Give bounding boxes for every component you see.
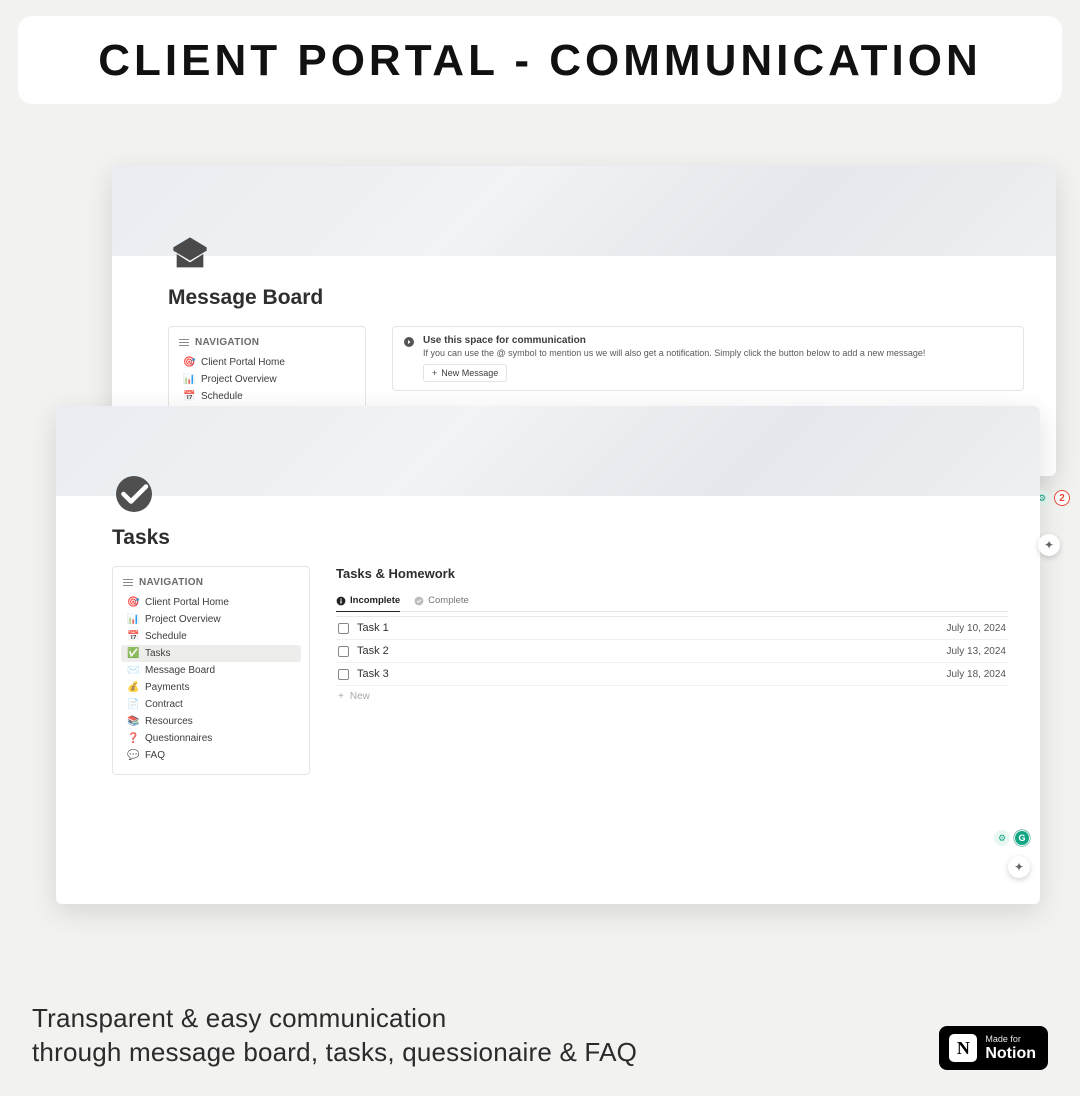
plus-icon: + <box>338 691 344 702</box>
tasks-window: Tasks NAVIGATION 🎯 Client Portal Home 📊 Pro… <box>56 406 1040 904</box>
nav-item-label: Client Portal Home <box>201 357 285 368</box>
checkbox-icon[interactable] <box>338 669 349 680</box>
task-tabs: Incomplete Complete <box>336 591 1008 612</box>
nav-item-label: Questionnaires <box>145 733 212 744</box>
nav-item-icon: 📚 <box>127 716 139 727</box>
made-for-notion-badge: N Made for Notion <box>939 1026 1048 1070</box>
navigation-heading: NAVIGATION <box>177 335 357 350</box>
nav-item-icon: 📅 <box>127 631 139 642</box>
plus-icon: + <box>432 368 437 378</box>
new-message-button[interactable]: + New Message <box>423 364 507 382</box>
tab-incomplete[interactable]: Incomplete <box>336 591 400 612</box>
sidebar-item-resources[interactable]: 📚 Resources <box>121 713 301 730</box>
nav-item-icon: 🎯 <box>183 357 195 368</box>
menu-icon <box>123 579 133 587</box>
nav-item-label: Project Overview <box>145 614 221 625</box>
checkbox-icon[interactable] <box>338 646 349 657</box>
nav-item-icon: 💰 <box>127 682 139 693</box>
communication-callout: Use this space for communication If you … <box>392 326 1024 391</box>
nav-item-label: Resources <box>145 716 193 727</box>
task-row[interactable]: Task 3 July 18, 2024 <box>336 662 1008 685</box>
arrow-right-circle-icon <box>403 336 415 351</box>
task-date: July 10, 2024 <box>947 623 1007 634</box>
task-name: Task 1 <box>357 622 389 634</box>
tab-complete[interactable]: Complete <box>414 591 469 611</box>
nav-item-icon: 📊 <box>183 374 195 385</box>
sidebar-item-client-portal-home[interactable]: 🎯 Client Portal Home <box>177 354 357 371</box>
page-title: Message Board <box>168 286 1024 310</box>
check-circle-icon <box>112 472 156 516</box>
callout-title: Use this space for communication <box>423 335 925 346</box>
nav-item-icon: 💬 <box>127 750 139 761</box>
nav-item-label: Client Portal Home <box>145 597 229 608</box>
sidebar-item-project-overview[interactable]: 📊 Project Overview <box>121 611 301 628</box>
mail-icon <box>168 232 212 276</box>
sidebar-item-client-portal-home[interactable]: 🎯 Client Portal Home <box>121 594 301 611</box>
navigation-heading: NAVIGATION <box>121 575 301 590</box>
floating-action-button[interactable]: ✦ <box>1008 856 1030 878</box>
nav-item-label: Schedule <box>145 631 187 642</box>
nav-item-label: Payments <box>145 682 189 693</box>
sidebar-item-message-board[interactable]: ✉️ Message Board <box>121 662 301 679</box>
menu-icon <box>179 339 189 347</box>
new-task-row[interactable]: + New <box>336 685 1008 707</box>
sidebar-item-schedule[interactable]: 📅 Schedule <box>177 388 357 405</box>
nav-item-icon: 📊 <box>127 614 139 625</box>
navigation-card: NAVIGATION 🎯 Client Portal Home 📊 Project O… <box>112 566 310 775</box>
sidebar-item-faq[interactable]: 💬 FAQ <box>121 747 301 764</box>
screenshot-stage: Message Board NAVIGATION 🎯 Client Portal … <box>0 104 1080 864</box>
sidebar-item-payments[interactable]: 💰 Payments <box>121 679 301 696</box>
task-row[interactable]: Task 1 July 10, 2024 <box>336 616 1008 639</box>
cover-image <box>56 406 1040 496</box>
nav-item-label: Schedule <box>201 391 243 402</box>
task-row[interactable]: Task 2 July 13, 2024 <box>336 639 1008 662</box>
cover-image <box>112 166 1056 256</box>
grammarly-icon[interactable]: G <box>1014 830 1030 846</box>
nav-item-label: Message Board <box>145 665 215 676</box>
task-date: July 18, 2024 <box>947 669 1007 680</box>
nav-item-icon: 🎯 <box>127 597 139 608</box>
nav-item-icon: 📄 <box>127 699 139 710</box>
nav-item-icon: 📅 <box>183 391 195 402</box>
page-title: Tasks <box>112 526 1008 550</box>
checkbox-icon[interactable] <box>338 623 349 634</box>
sidebar-item-schedule[interactable]: 📅 Schedule <box>121 628 301 645</box>
nav-item-label: Contract <box>145 699 183 710</box>
nav-item-label: FAQ <box>145 750 165 761</box>
nav-item-icon: ❓ <box>127 733 139 744</box>
footer-text: Transparent & easy communication through… <box>32 1002 637 1070</box>
nav-item-icon: ✅ <box>127 648 139 659</box>
check-circle-icon <box>414 596 424 606</box>
sidebar-item-contract[interactable]: 📄 Contract <box>121 696 301 713</box>
sidebar-item-tasks[interactable]: ✅ Tasks <box>121 645 301 662</box>
task-name: Task 3 <box>357 668 389 680</box>
info-circle-icon <box>336 596 346 606</box>
task-date: July 13, 2024 <box>947 646 1007 657</box>
promo-title: CLIENT PORTAL - COMMUNICATION <box>44 36 1036 86</box>
nav-item-label: Project Overview <box>201 374 277 385</box>
floating-action-button[interactable]: ✦ <box>1038 534 1060 556</box>
sidebar-item-questionnaires[interactable]: ❓ Questionnaires <box>121 730 301 747</box>
grammarly-badge-group: ⚙︎ G <box>994 830 1030 846</box>
error-count-badge[interactable]: 2 <box>1054 490 1070 506</box>
nav-item-icon: ✉️ <box>127 665 139 676</box>
promo-footer: Transparent & easy communication through… <box>32 1002 1048 1070</box>
promo-title-card: CLIENT PORTAL - COMMUNICATION <box>18 16 1062 104</box>
bulb-icon[interactable]: ⚙︎ <box>994 830 1010 846</box>
nav-item-label: Tasks <box>145 648 171 659</box>
sidebar-item-project-overview[interactable]: 📊 Project Overview <box>177 371 357 388</box>
callout-body: If you can use the @ symbol to mention u… <box>423 348 925 358</box>
section-heading: Tasks & Homework <box>336 566 1008 581</box>
task-name: Task 2 <box>357 645 389 657</box>
notion-logo-icon: N <box>949 1034 977 1062</box>
